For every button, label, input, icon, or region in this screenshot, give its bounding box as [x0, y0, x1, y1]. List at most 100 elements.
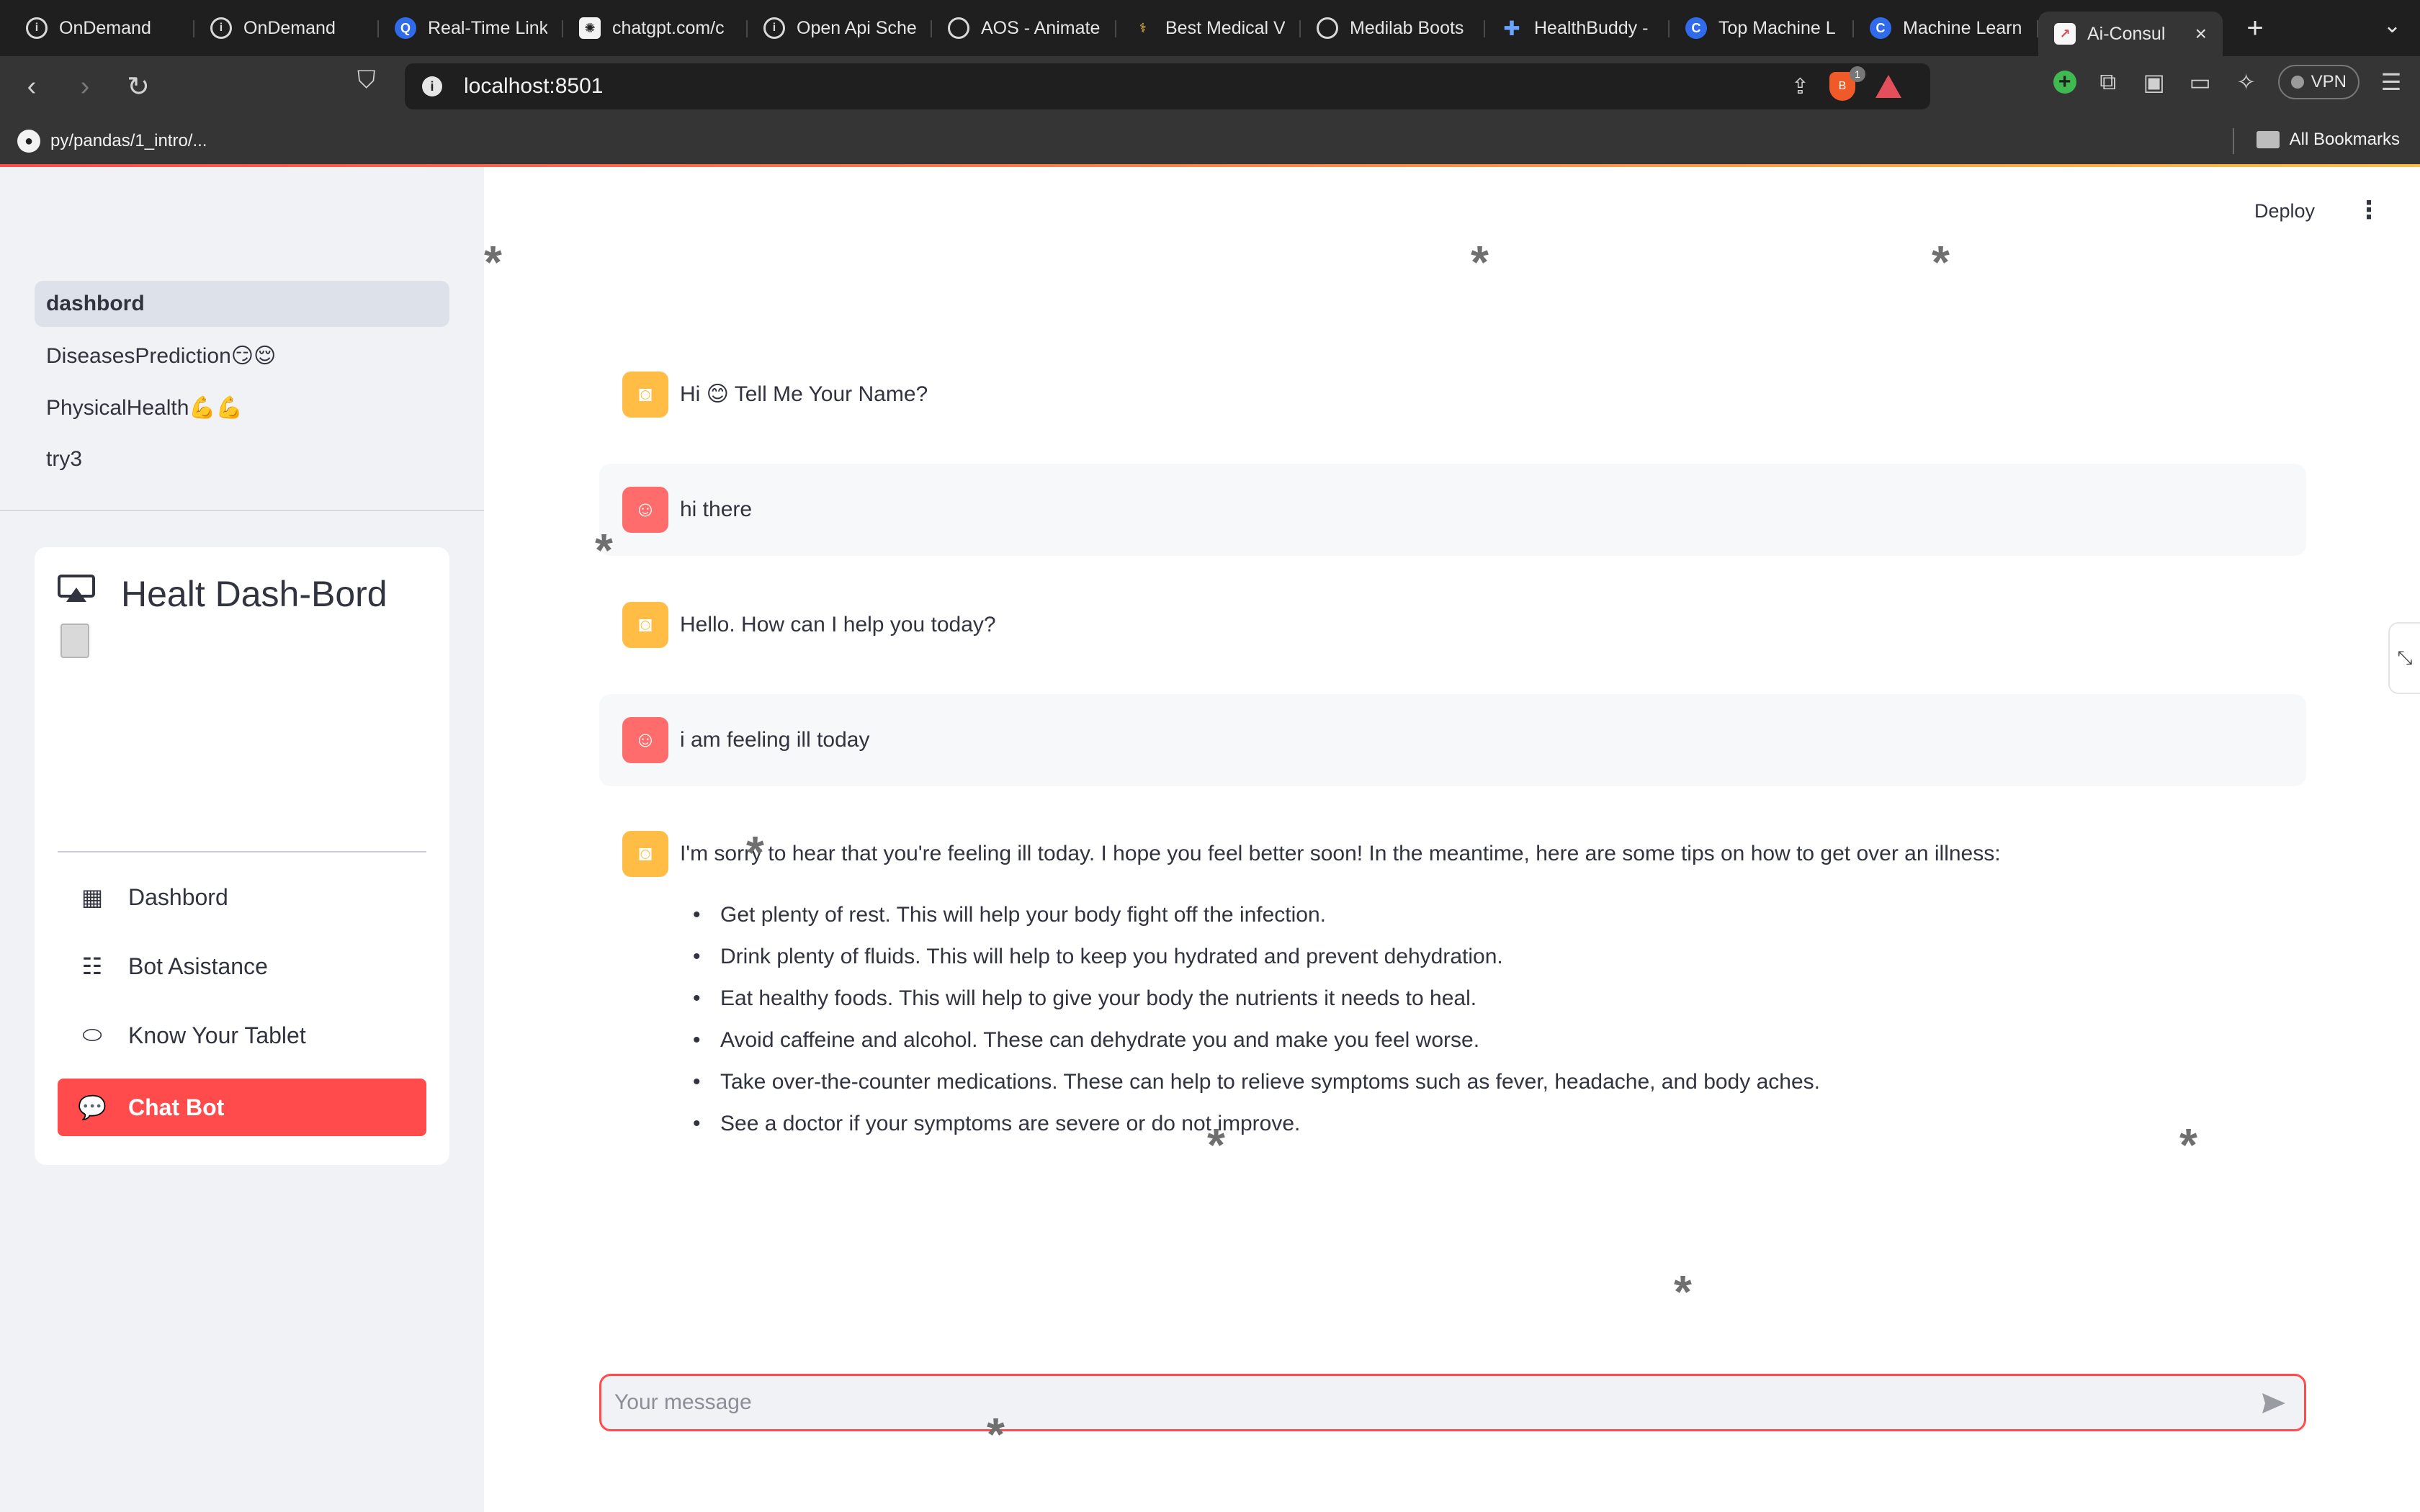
tab-title: Machine Learn: [1903, 17, 2022, 38]
sidebar-item-dashbord[interactable]: dashbord: [35, 281, 449, 327]
menu-item-label: Know Your Tablet: [128, 1022, 306, 1048]
github-icon: ●: [17, 130, 40, 153]
user-avatar-icon: ☺: [622, 487, 668, 533]
browser-tab[interactable]: i OnDemand: [10, 6, 194, 50]
list-item: Take over-the-counter medications. These…: [687, 1061, 2001, 1103]
tab-title: AOS - Animate: [981, 17, 1101, 38]
collapse-handle[interactable]: ⤡: [2388, 622, 2420, 694]
c-logo-icon: C: [1685, 17, 1707, 39]
brave-rewards-icon[interactable]: [1876, 75, 1901, 98]
browser-tab[interactable]: ⚕ Best Medical V: [1116, 6, 1301, 50]
grid-icon: ▦: [81, 884, 104, 910]
list-item: Avoid caffeine and alcohol. These can de…: [687, 1020, 2001, 1061]
sidebar-toggle-icon[interactable]: ▣: [2140, 68, 2169, 96]
shields-count-badge: 1: [1850, 66, 1865, 82]
list-item: Eat healthy foods. This will help to giv…: [687, 978, 2001, 1020]
wallet-icon[interactable]: ▭: [2186, 68, 2215, 96]
menu-icon[interactable]: ☰: [2377, 68, 2406, 96]
chat-message-assistant: ◙ I'm sorry to hear that you're feeling …: [599, 831, 2306, 1145]
all-bookmarks-label: All Bookmarks: [2289, 130, 2400, 149]
browser-tab[interactable]: AOS - Animate: [932, 6, 1116, 50]
message-input[interactable]: [614, 1390, 2228, 1415]
chart-icon: ↗: [2054, 23, 2076, 45]
bookmark-icon[interactable]: ⛉: [357, 66, 376, 94]
deploy-button[interactable]: Deploy: [2254, 200, 2315, 222]
site-info-icon[interactable]: i: [422, 76, 442, 96]
add-extension-icon[interactable]: +: [2053, 71, 2076, 94]
message-text: Hello. How can I help you today?: [680, 613, 996, 636]
tips-list: Get plenty of rest. This will help your …: [687, 894, 2001, 1145]
snowflake-icon: *: [1674, 1266, 1692, 1318]
browser-tab[interactable]: i OnDemand: [194, 6, 379, 50]
menu-item-know-your-tablet[interactable]: ⬭ Know Your Tablet: [58, 1007, 426, 1064]
tab-title: chatgpt.com/c: [612, 17, 725, 38]
person-lines-icon: ☷: [81, 953, 103, 979]
browser-tab[interactable]: C Machine Learn: [1854, 6, 2038, 50]
browser-tab[interactable]: Q Real-Time Link: [379, 6, 563, 50]
capsule-icon: ⬭: [82, 1022, 102, 1048]
tab-title: Top Machine L: [1718, 17, 1836, 38]
sidebar-item-try3[interactable]: try3: [35, 436, 449, 482]
info-icon: i: [210, 17, 232, 39]
folder-icon: [2256, 131, 2280, 148]
menu-item-chat-bot[interactable]: 💬 Chat Bot: [58, 1079, 426, 1136]
browser-tab[interactable]: i Open Api Sche: [748, 6, 932, 50]
sidebar-item-physical-health[interactable]: PhysicalHealth💪💪: [35, 384, 449, 431]
share-icon[interactable]: ⇪: [1791, 74, 1809, 99]
vpn-status-icon: [2290, 76, 2304, 89]
menu-item-bot-asistance[interactable]: ☷ Bot Asistance: [58, 937, 426, 995]
message-text: I'm sorry to hear that you're feeling il…: [680, 842, 2001, 865]
close-icon[interactable]: ×: [2195, 22, 2207, 45]
new-tab-button[interactable]: +: [2237, 12, 2273, 45]
tab-title: OnDemand: [243, 17, 336, 38]
browser-tab-strip: i OnDemand i OnDemand Q Real-Time Link ✺…: [0, 0, 2420, 56]
browser-tab[interactable]: Medilab Boots: [1301, 6, 1485, 50]
snowflake-icon: *: [595, 524, 613, 576]
chat-input[interactable]: [599, 1374, 2306, 1431]
list-item: See a doctor if your symptoms are severe…: [687, 1103, 2001, 1145]
bookmarks-divider: [2233, 128, 2234, 154]
back-button[interactable]: ‹: [10, 65, 53, 108]
snowflake-icon: *: [987, 1408, 1005, 1460]
bot-avatar-icon: ◙: [622, 602, 668, 648]
tab-title: Ai-Consul: [2087, 23, 2166, 44]
bookmark-link[interactable]: py/pandas/1_intro/...: [50, 131, 207, 151]
brave-shields-icon[interactable]: B1: [1829, 66, 1865, 101]
info-icon: i: [26, 17, 48, 39]
sidebar: dashbord DiseasesPrediction😏😌 PhysicalHe…: [0, 167, 484, 1512]
medical-icon: ⚕: [1139, 20, 1147, 35]
menu-divider: [58, 851, 426, 852]
menu-item-dashbord[interactable]: ▦ Dashbord: [58, 868, 426, 926]
chat-message-user: ☺ i am feeling ill today: [599, 694, 2306, 786]
sidebar-item-diseases-prediction[interactable]: DiseasesPrediction😏😌: [35, 333, 449, 379]
chevron-down-icon[interactable]: ⌄: [2383, 13, 2401, 38]
url-text[interactable]: localhost:8501: [464, 74, 603, 99]
main-content: Deploy ⋮ ◙ Hi 😊 Tell Me Your Name? ☺ hi …: [484, 167, 2420, 1512]
tab-title: Best Medical V: [1165, 17, 1285, 38]
browser-tab[interactable]: ✚ HealthBuddy -: [1485, 6, 1670, 50]
send-icon[interactable]: [2259, 1389, 2288, 1418]
snowflake-icon: *: [1932, 236, 1950, 288]
realtime-icon: Q: [395, 17, 416, 39]
all-bookmarks-button[interactable]: All Bookmarks: [2256, 130, 2400, 150]
health-cross-icon: ✚: [1503, 17, 1520, 40]
browser-tab-active[interactable]: ↗ Ai-Consul ×: [2038, 12, 2223, 56]
leo-ai-icon[interactable]: ✧: [2232, 68, 2261, 96]
browser-tab[interactable]: C Top Machine L: [1670, 6, 1854, 50]
more-options-icon[interactable]: ⋮: [2357, 196, 2381, 225]
chat-message-assistant: ◙ Hello. How can I help you today?: [599, 602, 2306, 648]
browser-tab[interactable]: ✺ chatgpt.com/c: [563, 6, 748, 50]
user-avatar-icon: ☺: [622, 717, 668, 763]
vpn-button[interactable]: VPN: [2277, 65, 2360, 99]
address-bar[interactable]: i localhost:8501 ⇪ B1: [405, 63, 1930, 109]
forward-button[interactable]: ›: [63, 65, 107, 108]
tab-title: Medilab Boots: [1350, 17, 1464, 38]
tab-title: OnDemand: [59, 17, 151, 38]
chat-message-user: ☺ hi there: [599, 464, 2306, 556]
bot-avatar-icon: ◙: [622, 372, 668, 418]
chat-message-assistant: ◙ Hi 😊 Tell Me Your Name?: [599, 372, 2306, 418]
reload-button[interactable]: ↻: [117, 65, 160, 108]
extensions-icon[interactable]: ⧉: [2094, 68, 2123, 96]
bot-avatar-icon: ◙: [622, 831, 668, 877]
cast-icon: [58, 575, 95, 602]
